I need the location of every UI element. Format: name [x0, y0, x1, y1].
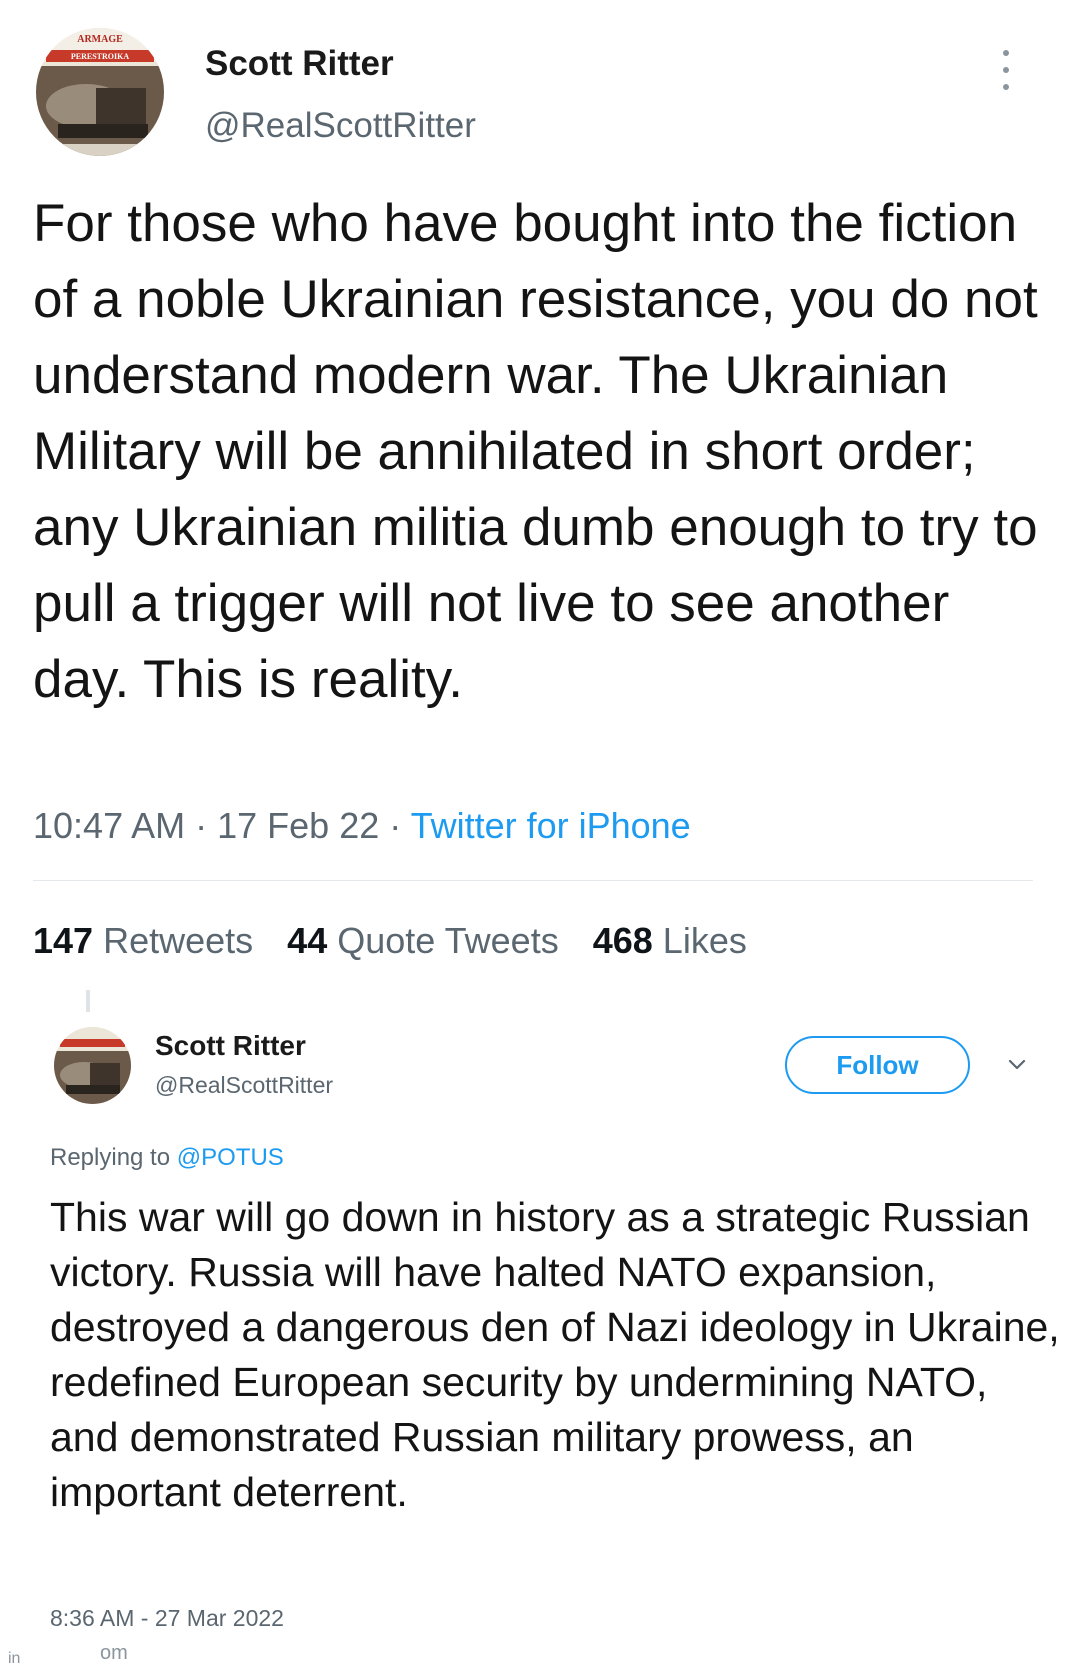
- retweets-stat[interactable]: 147 Retweets: [33, 920, 253, 962]
- retweets-label: Retweets: [103, 920, 254, 961]
- tweet-text: For those who have bought into the ficti…: [33, 194, 1038, 709]
- tweet-time[interactable]: 10:47 AM: [33, 805, 185, 846]
- quote-tweets-label: Quote Tweets: [337, 920, 559, 961]
- likes-stat[interactable]: 468 Likes: [593, 920, 747, 962]
- corner-label: in: [8, 1650, 21, 1667]
- svg-text:PERESTROIKA: PERESTROIKA: [71, 52, 129, 61]
- divider: [33, 880, 1033, 881]
- separator: ·: [379, 805, 411, 846]
- replying-prefix: Replying to: [50, 1144, 177, 1171]
- avatar[interactable]: [54, 1027, 131, 1104]
- tweet-client[interactable]: Twitter for iPhone: [411, 805, 691, 846]
- quote-tweets-count: 44: [287, 920, 328, 961]
- replying-to: Replying to @POTUS: [50, 1144, 284, 1172]
- user-handle[interactable]: @RealScottRitter: [155, 1072, 333, 1099]
- likes-count: 468: [592, 920, 653, 961]
- avatar-image: ARMAGE PERESTROIKA: [36, 28, 164, 156]
- quote-tweets-stat[interactable]: 44 Quote Tweets: [287, 920, 559, 962]
- avatar-image: [54, 1027, 131, 1104]
- tweet-metadata: 10:47 AM · 17 Feb 22 · Twitter for iPhon…: [33, 805, 691, 847]
- chevron-down-icon[interactable]: [1005, 1052, 1029, 1076]
- tweet-timestamp[interactable]: 8:36 AM - 27 Mar 2022: [50, 1605, 284, 1632]
- reply-mention-link[interactable]: @POTUS: [177, 1144, 284, 1171]
- more-icon[interactable]: [998, 50, 1014, 90]
- tweet-text: This war will go down in history as a st…: [50, 1194, 1060, 1515]
- thread-line: [86, 990, 90, 1012]
- likes-label: Likes: [662, 920, 747, 961]
- avatar[interactable]: ARMAGE PERESTROIKA: [36, 28, 164, 156]
- display-name[interactable]: Scott Ritter: [205, 44, 394, 84]
- display-name[interactable]: Scott Ritter: [155, 1030, 306, 1062]
- retweets-count: 147: [33, 920, 94, 961]
- tweet-date[interactable]: 17 Feb 22: [217, 805, 379, 846]
- follow-button[interactable]: Follow: [785, 1036, 970, 1094]
- truncated-text: om: [100, 1642, 128, 1664]
- user-handle[interactable]: @RealScottRitter: [205, 106, 476, 146]
- svg-text:ARMAGE: ARMAGE: [77, 34, 123, 45]
- tweet-stats: 147 Retweets 44 Quote Tweets 468 Likes: [33, 920, 747, 962]
- separator: ·: [185, 805, 218, 846]
